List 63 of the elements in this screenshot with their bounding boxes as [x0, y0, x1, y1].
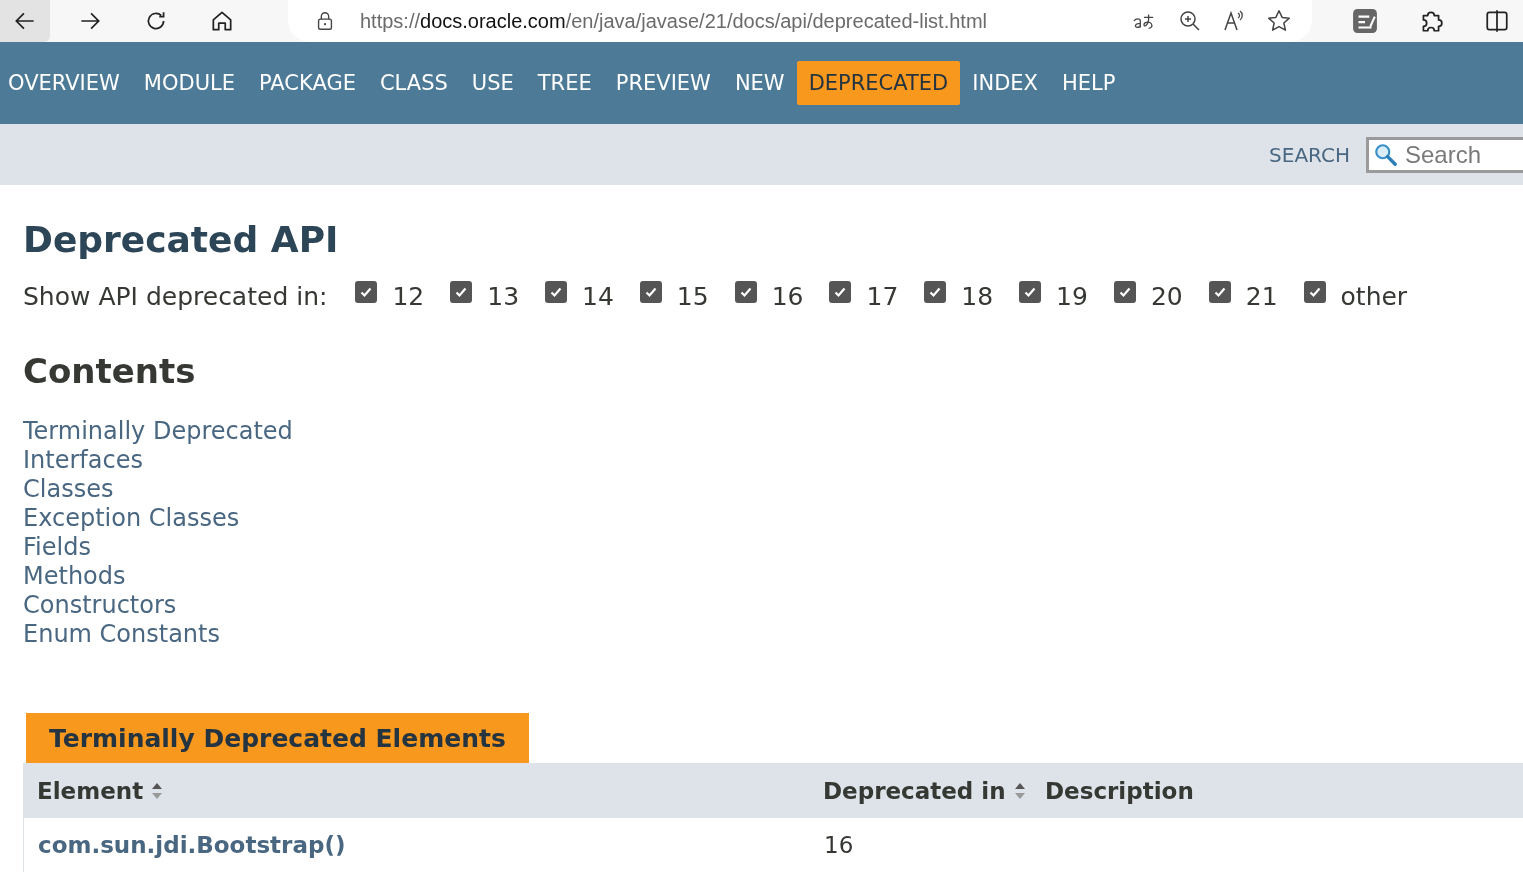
note-extension-icon[interactable]: [1352, 8, 1378, 34]
checkbox[interactable]: [1208, 280, 1231, 303]
address-bar[interactable]: https://docs.oracle.com/en/java/javase/21/docs/api/deprecated-list.html: [288, 0, 1312, 42]
contents-link[interactable]: Enum Constants: [23, 620, 220, 649]
zoom-icon[interactable]: [1178, 9, 1202, 33]
contents-link[interactable]: Methods: [23, 562, 126, 591]
contents-link[interactable]: Interfaces: [23, 446, 143, 475]
contents-link[interactable]: Constructors: [23, 591, 177, 620]
checkbox-label[interactable]: 17: [866, 282, 899, 311]
table-caption: Terminally Deprecated Elements: [26, 713, 529, 763]
contents-link[interactable]: Classes: [23, 475, 114, 504]
checkbox[interactable]: [1019, 280, 1042, 303]
back-button[interactable]: [0, 0, 50, 42]
contents-link[interactable]: Terminally Deprecated: [23, 417, 293, 446]
nav-link[interactable]: CLASS: [367, 61, 460, 105]
checkbox[interactable]: [829, 280, 852, 303]
nav-link[interactable]: HELP: [1050, 61, 1128, 105]
split-screen-icon[interactable]: [1484, 8, 1510, 34]
search-icon: [1373, 141, 1399, 168]
column-header[interactable]: Description: [1045, 777, 1194, 804]
nav-link[interactable]: USE: [459, 61, 526, 105]
nav-link[interactable]: INDEX: [960, 61, 1050, 105]
checkbox[interactable]: [1303, 280, 1326, 303]
checkbox[interactable]: [639, 280, 662, 303]
checkbox-label[interactable]: 14: [582, 282, 614, 311]
checkbox-label[interactable]: 21: [1245, 282, 1278, 311]
checkbox-label[interactable]: other: [1340, 282, 1408, 311]
column-header[interactable]: Element: [37, 777, 144, 804]
contents-link[interactable]: Fields: [23, 533, 91, 562]
checkbox-label[interactable]: 20: [1150, 282, 1183, 311]
filter-label: Show API deprecated in:: [23, 282, 328, 311]
checkbox[interactable]: [355, 280, 378, 303]
search-field[interactable]: Search: [1366, 136, 1523, 173]
nav-link[interactable]: MODULE: [131, 61, 247, 105]
checkbox-label[interactable]: 18: [961, 282, 994, 311]
checkbox-label[interactable]: 12: [392, 282, 425, 311]
element-link[interactable]: com.sun.jdi.Bootstrap(): [38, 832, 346, 858]
checkbox-label[interactable]: 19: [1056, 282, 1088, 311]
nav-link[interactable]: OVERVIEW: [0, 61, 132, 105]
contents-heading: Contents: [23, 351, 197, 391]
checkbox[interactable]: [1113, 280, 1136, 303]
search-label: SEARCH: [1269, 142, 1350, 167]
page-title: Deprecated API: [23, 219, 340, 260]
checkbox-label[interactable]: 15: [676, 282, 709, 311]
url-text: https://docs.oracle.com/en/java/javase/21/docs/api/deprecated-list.html: [360, 9, 987, 33]
checkbox[interactable]: [734, 280, 757, 303]
column-header[interactable]: Deprecated in: [823, 777, 1006, 804]
sort-icon[interactable]: [1013, 781, 1026, 800]
checkbox-label[interactable]: 13: [487, 282, 520, 311]
checkbox[interactable]: [450, 280, 473, 303]
contents-link[interactable]: Exception Classes: [23, 504, 240, 533]
nav-link[interactable]: NEW: [722, 61, 797, 105]
nav-link[interactable]: PACKAGE: [247, 61, 368, 105]
checkbox[interactable]: [924, 280, 947, 303]
checkbox-label[interactable]: 16: [771, 282, 804, 311]
nav-link[interactable]: PREVIEW: [603, 61, 723, 105]
checkbox[interactable]: [545, 280, 568, 303]
read-aloud-icon[interactable]: [1222, 9, 1246, 33]
star-icon[interactable]: [1266, 8, 1292, 34]
table-cell: 16: [824, 832, 854, 858]
nav-link[interactable]: TREE: [525, 61, 604, 105]
nav-link[interactable]: DEPRECATED: [796, 61, 961, 105]
sort-icon[interactable]: [151, 781, 164, 800]
